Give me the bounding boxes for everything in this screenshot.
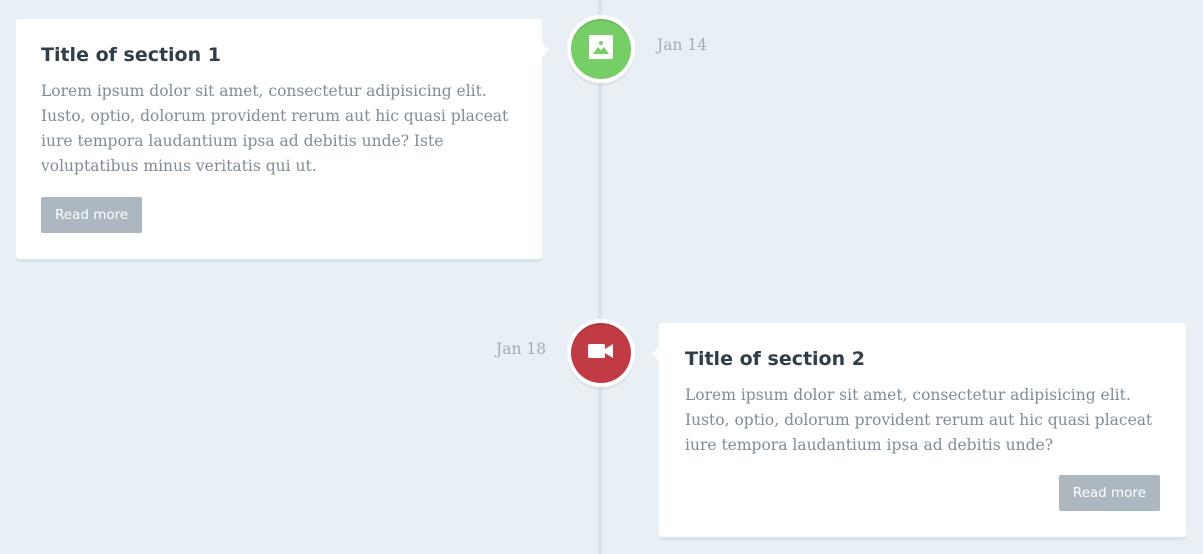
timeline-card: Title of section 2 Lorem ipsum dolor sit… bbox=[652, 323, 1186, 537]
picture-icon bbox=[589, 35, 613, 63]
timeline-marker-picture bbox=[571, 19, 631, 79]
section-title: Title of section 2 bbox=[685, 348, 865, 370]
video-camera-icon bbox=[588, 342, 614, 364]
read-more-button[interactable]: Read more bbox=[1058, 475, 1160, 511]
read-more-button[interactable]: Read more bbox=[41, 197, 143, 233]
timeline-line bbox=[598, 0, 602, 554]
section-text: Lorem ipsum dolor sit amet, consectetur … bbox=[41, 82, 509, 175]
timeline-marker-video bbox=[571, 323, 631, 383]
timeline-card: Title of section 1 Lorem ipsum dolor sit… bbox=[16, 19, 549, 259]
timeline-date: Jan 18 bbox=[496, 340, 547, 358]
section-text: Lorem ipsum dolor sit amet, consectetur … bbox=[685, 386, 1153, 454]
timeline-date: Jan 14 bbox=[657, 36, 708, 54]
section-title: Title of section 1 bbox=[41, 44, 221, 66]
